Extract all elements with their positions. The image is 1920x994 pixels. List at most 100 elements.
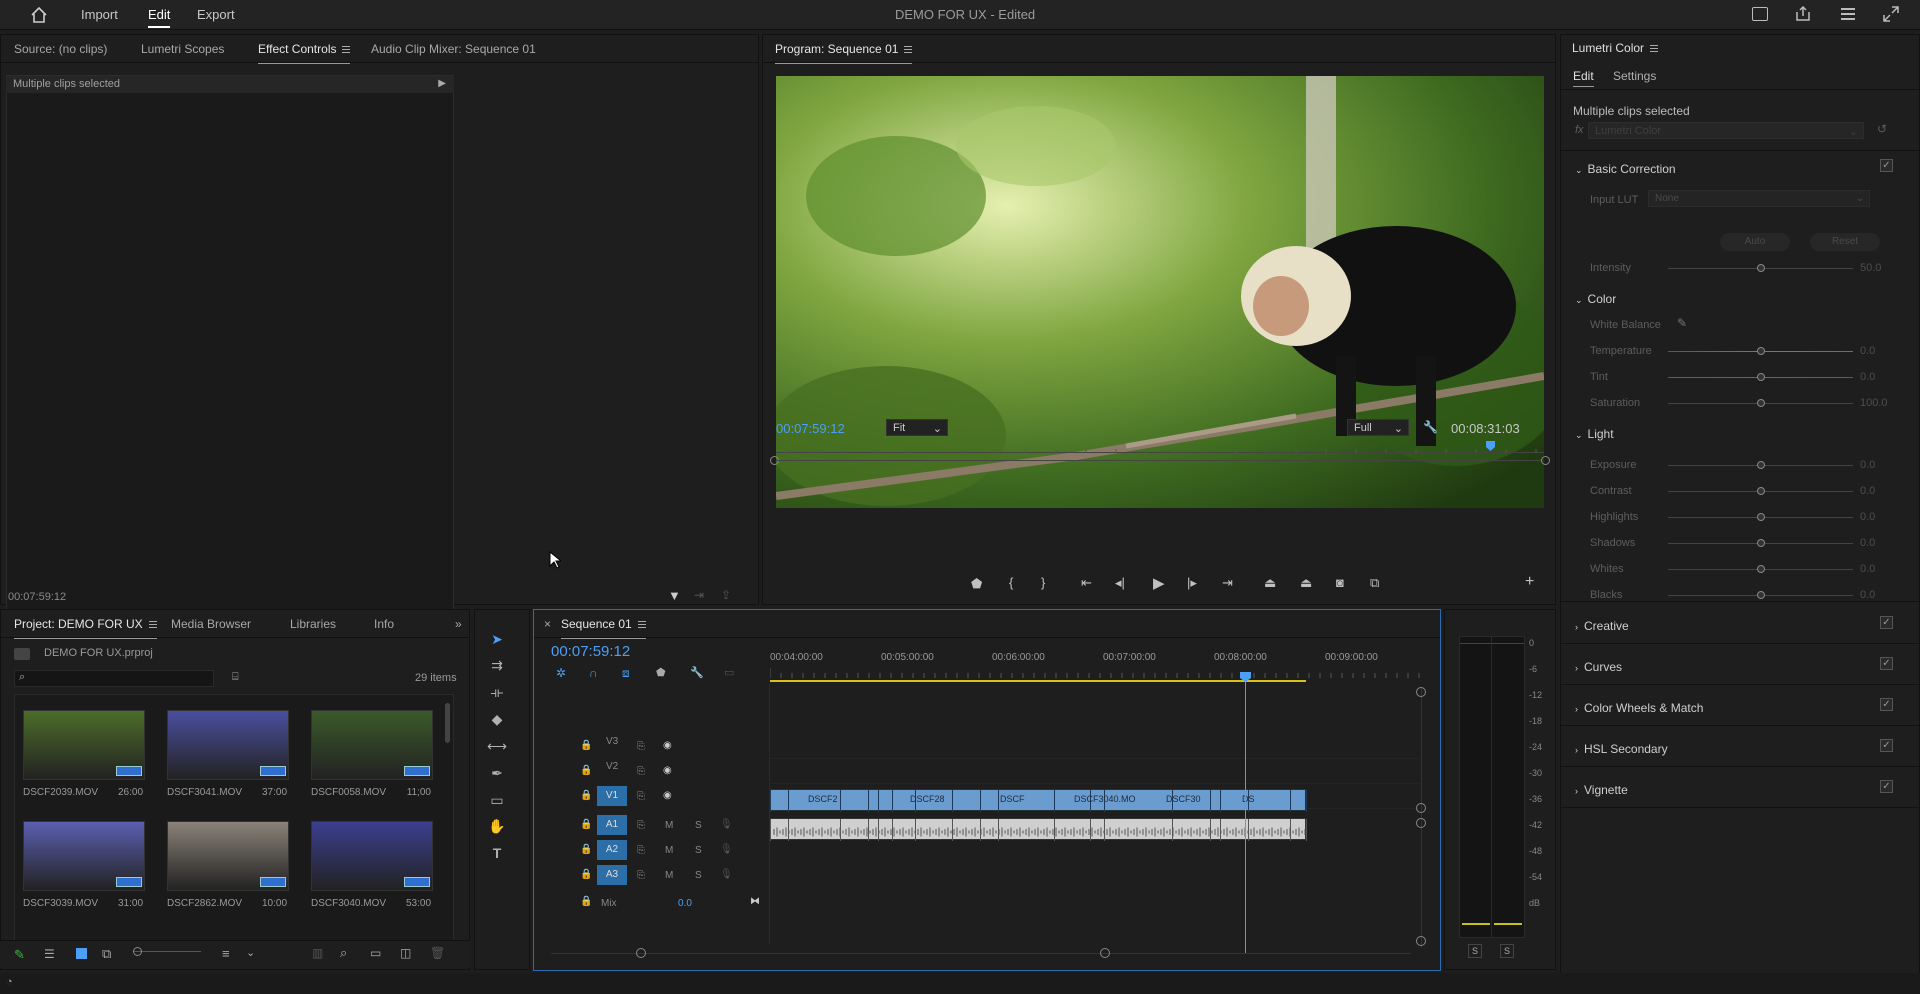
zoom-slider[interactable]: [133, 951, 201, 952]
tab-lumetri-settings[interactable]: Settings: [1613, 69, 1656, 83]
nav-edit[interactable]: Edit: [148, 7, 171, 28]
reset-effect-icon[interactable]: ↺: [1877, 122, 1887, 136]
wrench-icon[interactable]: 🔧: [1423, 420, 1438, 434]
mix-keyframe-icon[interactable]: ⧓: [750, 896, 760, 907]
horizontal-scrollbar[interactable]: [551, 953, 1411, 954]
nav-import[interactable]: Import: [81, 7, 118, 22]
play-icon[interactable]: ▶: [1153, 574, 1165, 592]
track-label-a1[interactable]: A1: [597, 815, 627, 835]
curves-checkbox[interactable]: ✓: [1880, 657, 1893, 670]
extract-icon[interactable]: ⏏: [1300, 575, 1312, 591]
lock-icon[interactable]: 🔒: [580, 844, 592, 855]
go-to-in-icon[interactable]: ⇤: [1081, 575, 1092, 591]
expand-arrow-icon[interactable]: ▶: [438, 78, 446, 89]
shadows-value[interactable]: 0.0: [1860, 537, 1875, 549]
clip-thumbnail[interactable]: [311, 710, 433, 780]
contrast-knob[interactable]: [1757, 487, 1765, 495]
lift-icon[interactable]: ⏏: [1264, 575, 1276, 591]
trash-icon[interactable]: 🗑: [430, 946, 445, 960]
tab-libraries[interactable]: Libraries: [290, 617, 336, 631]
blacks-value[interactable]: 0.0: [1860, 589, 1875, 601]
menu-icon[interactable]: [637, 621, 646, 629]
program-ruler[interactable]: [776, 445, 1544, 455]
snap-icon[interactable]: ∩: [589, 666, 598, 680]
clip-thumbnail[interactable]: [167, 821, 289, 891]
freeform-view-icon[interactable]: ⧉: [102, 946, 111, 962]
list-view-icon[interactable]: ☰: [44, 947, 55, 961]
lock-icon[interactable]: 🔒: [580, 740, 592, 751]
eye-icon[interactable]: ◉: [663, 740, 672, 751]
scroll-handle-v-mid[interactable]: [1416, 803, 1426, 813]
fullscreen-icon[interactable]: [1883, 6, 1899, 22]
zoom-knob[interactable]: [133, 947, 142, 956]
nest-icon[interactable]: ✲: [556, 666, 566, 680]
automate-icon[interactable]: ▥: [312, 946, 323, 960]
compare-icon[interactable]: ⧉: [1370, 575, 1379, 591]
sync-lock-icon[interactable]: ⎘: [637, 870, 645, 881]
menu-icon[interactable]: [904, 46, 913, 54]
creative-checkbox[interactable]: ✓: [1880, 616, 1893, 629]
track-label-v2[interactable]: V2: [606, 761, 618, 772]
zoom-handle-left[interactable]: [636, 948, 646, 958]
solo-left-button[interactable]: S: [1468, 944, 1482, 958]
hsl-secondary-header[interactable]: › HSL Secondary: [1575, 742, 1668, 756]
eye-icon[interactable]: ◉: [663, 765, 672, 776]
mark-out-icon[interactable]: }: [1041, 575, 1045, 590]
solo-button[interactable]: S: [695, 820, 702, 831]
slip-tool-icon[interactable]: ⟷: [487, 736, 507, 756]
close-icon[interactable]: ×: [544, 617, 551, 631]
exposure-value[interactable]: 0.0: [1860, 459, 1875, 471]
basic-correction-checkbox[interactable]: ✓: [1880, 159, 1893, 172]
tab-audio-clip-mixer[interactable]: Audio Clip Mixer: Sequence 01: [371, 42, 536, 56]
highlights-knob[interactable]: [1757, 513, 1765, 521]
mark-in-icon[interactable]: {: [1009, 575, 1013, 590]
mute-button[interactable]: M: [665, 845, 673, 856]
eye-icon[interactable]: ◉: [663, 790, 672, 801]
ripple-edit-tool-icon[interactable]: ⟛: [487, 682, 507, 702]
lock-icon[interactable]: 🔒: [580, 869, 592, 880]
scroll-handle-bottom[interactable]: [1416, 936, 1426, 946]
panels-icon[interactable]: [1840, 7, 1856, 21]
playhead-line[interactable]: [1245, 676, 1246, 954]
contrast-value[interactable]: 0.0: [1860, 485, 1875, 497]
clip-thumbnail[interactable]: [311, 821, 433, 891]
work-area-bar[interactable]: [770, 680, 1306, 682]
vignette-checkbox[interactable]: ✓: [1880, 780, 1893, 793]
icon-view-icon[interactable]: [76, 948, 87, 959]
menu-icon[interactable]: [148, 621, 157, 629]
intensity-value[interactable]: 50.0: [1860, 262, 1881, 274]
mic-icon[interactable]: 🎙: [720, 869, 733, 880]
timeline-timecode[interactable]: 00:07:59:12: [551, 643, 630, 660]
hand-tool-icon[interactable]: ✋: [487, 816, 507, 836]
solo-button[interactable]: S: [695, 870, 702, 881]
menu-icon[interactable]: [342, 46, 351, 54]
sync-lock-icon[interactable]: ⎘: [637, 741, 645, 752]
tab-sequence[interactable]: Sequence 01: [561, 617, 646, 639]
track-label-a3[interactable]: A3: [597, 865, 627, 885]
whites-knob[interactable]: [1757, 565, 1765, 573]
timeline-ruler[interactable]: 00:04:00:00 00:05:00:00 00:06:00:00 00:07:0…: [770, 650, 1430, 680]
vignette-header[interactable]: › Vignette: [1575, 783, 1628, 797]
menu-icon[interactable]: [1650, 45, 1659, 53]
shadows-knob[interactable]: [1757, 539, 1765, 547]
mic-icon[interactable]: 🎙: [720, 844, 733, 855]
basic-correction-header[interactable]: ⌄ Basic Correction: [1575, 162, 1676, 176]
export-frame-icon[interactable]: ⇪: [721, 588, 731, 602]
lock-icon[interactable]: 🔒: [580, 896, 592, 907]
solo-right-button[interactable]: S: [1500, 944, 1514, 958]
saturation-value[interactable]: 100.0: [1860, 397, 1888, 409]
pencil-icon[interactable]: ✎: [14, 947, 25, 963]
effect-select[interactable]: Lumetri Color ⌄: [1588, 122, 1864, 139]
track-label-a2[interactable]: A2: [597, 840, 627, 860]
rectangle-tool-icon[interactable]: ▭: [487, 790, 507, 810]
find-icon[interactable]: ⌸: [232, 671, 239, 684]
mix-value[interactable]: 0.0: [678, 898, 692, 909]
auto-button[interactable]: Auto: [1720, 233, 1790, 251]
lock-icon[interactable]: 🔒: [580, 819, 592, 830]
resolution-select[interactable]: Full ⌄: [1347, 419, 1409, 436]
lock-icon[interactable]: 🔒: [580, 765, 592, 776]
solo-button[interactable]: S: [695, 845, 702, 856]
scroll-handle-top[interactable]: [1416, 687, 1426, 697]
temperature-knob[interactable]: [1757, 347, 1765, 355]
tab-info[interactable]: Info: [374, 617, 394, 631]
